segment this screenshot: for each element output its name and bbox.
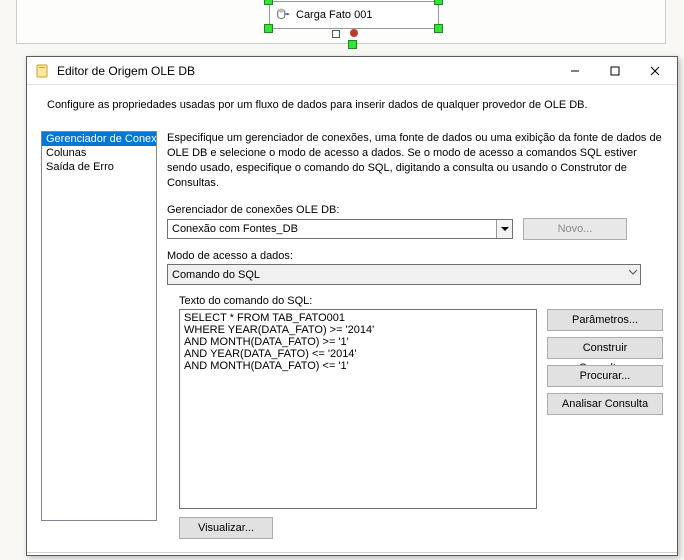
nav-item-connection[interactable]: Gerenciador de Conexões <box>42 132 156 146</box>
nav-list[interactable]: Gerenciador de Conexões Colunas Saída de… <box>41 131 157 521</box>
sql-textarea[interactable] <box>179 309 537 509</box>
close-button[interactable] <box>635 58 675 84</box>
resize-handle[interactable] <box>434 24 443 33</box>
preview-button[interactable]: Visualizar... <box>179 517 273 539</box>
browse-button[interactable]: Procurar... <box>547 365 663 387</box>
separator <box>27 552 677 553</box>
error-output-handle[interactable] <box>350 29 358 37</box>
build-query-button[interactable]: Construir Consulta... <box>547 337 663 359</box>
mode-combobox[interactable]: Comando do SQL <box>167 264 641 285</box>
minimize-button[interactable] <box>555 58 595 84</box>
titlebar[interactable]: Editor de Origem OLE DB <box>27 57 677 85</box>
sql-label: Texto do comando do SQL: <box>179 295 663 307</box>
window-icon <box>35 63 51 79</box>
db-icon <box>276 7 290 24</box>
nav-item-error[interactable]: Saída de Erro <box>42 160 156 174</box>
config-text: Configure as propriedades usadas por um … <box>47 99 663 111</box>
chevron-down-icon <box>496 220 512 238</box>
panel-description: Especifique um gerenciador de conexões, … <box>167 131 663 190</box>
resize-handle[interactable] <box>434 0 443 5</box>
conn-label: Gerenciador de conexões OLE DB: <box>167 204 663 216</box>
conn-combobox[interactable]: Conexão com Fontes_DB <box>167 219 513 239</box>
dialog-body: Configure as propriedades usadas por um … <box>27 85 677 555</box>
parse-query-button[interactable]: Analisar Consulta <box>547 393 663 415</box>
dialog-window: Editor de Origem OLE DB Configure as pro… <box>26 56 678 556</box>
new-button[interactable]: Novo... <box>523 218 627 240</box>
chevron-down-icon <box>628 267 638 280</box>
output-handle[interactable] <box>332 30 340 38</box>
params-button[interactable]: Parâmetros... <box>547 309 663 331</box>
conn-value: Conexão com Fontes_DB <box>172 223 298 235</box>
mode-label: Modo de acesso a dados: <box>167 250 663 262</box>
maximize-button[interactable] <box>595 58 635 84</box>
window-title: Editor de Origem OLE DB <box>57 64 555 78</box>
mode-value: Comando do SQL <box>172 269 260 281</box>
resize-handle[interactable] <box>348 40 357 49</box>
task-label: Carga Fato 001 <box>296 9 372 21</box>
resize-handle[interactable] <box>264 0 273 5</box>
resize-handle[interactable] <box>264 24 273 33</box>
nav-item-columns[interactable]: Colunas <box>42 146 156 160</box>
ssis-task-box[interactable]: Carga Fato 001 <box>269 1 439 29</box>
